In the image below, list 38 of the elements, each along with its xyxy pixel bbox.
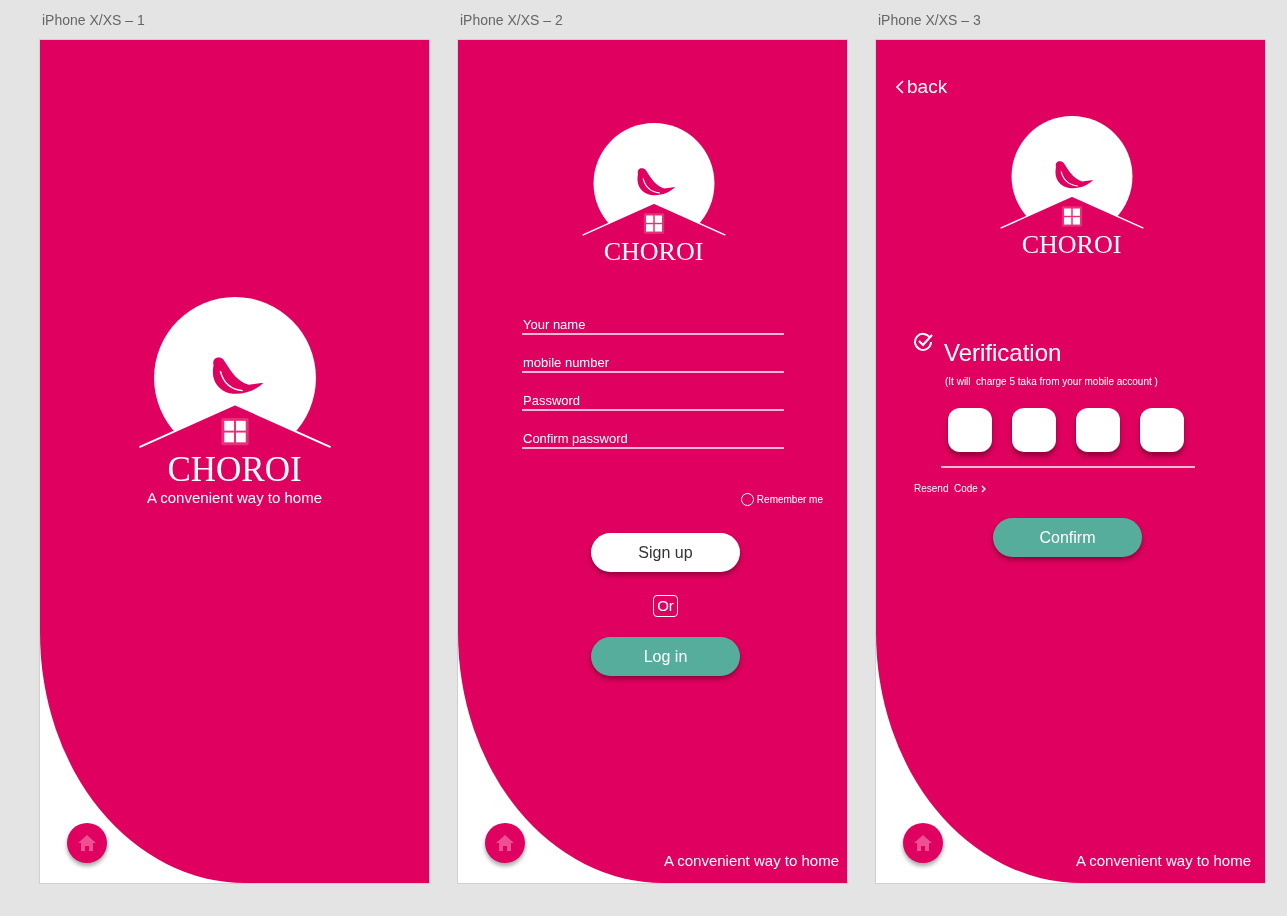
tagline: A convenient way to home bbox=[663, 853, 839, 868]
sign-up-button[interactable]: Sign up bbox=[591, 533, 740, 572]
back-button[interactable]: back bbox=[896, 77, 948, 96]
logo-icon bbox=[580, 123, 727, 241]
home-button[interactable] bbox=[485, 823, 525, 863]
home-button[interactable] bbox=[903, 823, 943, 863]
artboard-label: iPhone X/XS – 3 bbox=[878, 11, 981, 30]
logo-icon bbox=[998, 116, 1145, 234]
chevron-left-icon bbox=[896, 79, 904, 94]
verification-title: Verification bbox=[944, 341, 1062, 365]
home-icon bbox=[495, 834, 515, 852]
logo-wordmark: CHOROI bbox=[603, 239, 704, 265]
input-field[interactable]: Confirm password bbox=[522, 429, 784, 449]
confirm-button[interactable]: Confirm bbox=[993, 518, 1142, 557]
logo-icon bbox=[136, 297, 333, 455]
home-icon bbox=[77, 834, 97, 852]
code-digit-field[interactable] bbox=[1076, 408, 1120, 452]
check-circle-icon bbox=[914, 332, 934, 352]
code-digit-field[interactable] bbox=[1012, 408, 1056, 452]
or-separator: Or bbox=[653, 595, 678, 617]
charge-note: (It will charge 5 taka from your mobile account ) bbox=[945, 377, 1159, 387]
input-field[interactable]: Your name bbox=[522, 315, 784, 335]
chevron-right-icon bbox=[980, 485, 986, 493]
resend-code-link[interactable]: Resend Code bbox=[914, 484, 986, 494]
input-field[interactable]: mobile number bbox=[522, 353, 784, 373]
tagline: A convenient way to home bbox=[146, 490, 323, 505]
artboard-label: iPhone X/XS – 2 bbox=[460, 11, 563, 30]
home-icon bbox=[913, 834, 933, 852]
code-digit-field[interactable] bbox=[1140, 408, 1184, 452]
remember-label: Remember me bbox=[756, 494, 823, 505]
tagline: A convenient way to home bbox=[1075, 853, 1251, 868]
input-field[interactable]: Password bbox=[522, 391, 784, 411]
logo-wordmark: CHOROI bbox=[167, 452, 302, 487]
logo-wordmark: CHOROI bbox=[1021, 232, 1122, 258]
artboard-label: iPhone X/XS – 1 bbox=[42, 11, 145, 30]
home-button[interactable] bbox=[67, 823, 107, 863]
log-in-button[interactable]: Log in bbox=[591, 637, 740, 676]
code-digit-field[interactable] bbox=[948, 408, 992, 452]
